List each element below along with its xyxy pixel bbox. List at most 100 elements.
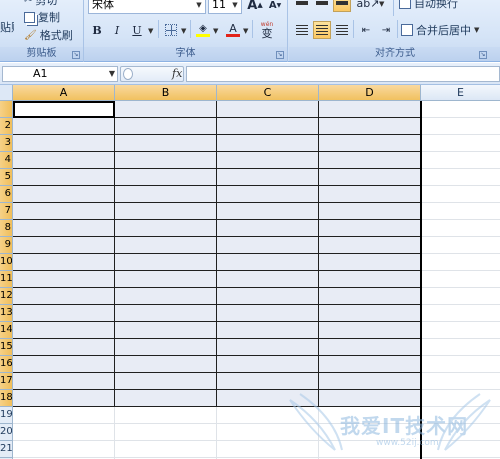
fill-color-button[interactable]: ◈ <box>194 21 212 39</box>
cell[interactable] <box>13 373 115 390</box>
chevron-down-icon[interactable]: ▼ <box>181 27 186 35</box>
column-header-c[interactable]: C <box>217 85 319 101</box>
cell[interactable] <box>319 237 421 254</box>
column-header-a[interactable]: A <box>13 85 115 101</box>
merge-center-button[interactable]: 合并后居中 ▼ <box>401 21 479 39</box>
format-painter-button[interactable]: 🖌 格式刷 <box>24 26 73 44</box>
paste-button[interactable]: 贴贴 <box>0 18 14 36</box>
cell[interactable] <box>217 135 319 152</box>
cell[interactable] <box>115 135 217 152</box>
row-header[interactable]: 15 <box>0 339 13 356</box>
cell[interactable] <box>421 203 500 220</box>
cell[interactable] <box>115 169 217 186</box>
cell[interactable] <box>421 237 500 254</box>
chevron-down-icon[interactable]: ▼ <box>213 27 218 35</box>
cell[interactable] <box>421 271 500 288</box>
cell[interactable] <box>13 339 115 356</box>
cell[interactable] <box>319 356 421 373</box>
cell[interactable] <box>421 254 500 271</box>
cell[interactable] <box>217 220 319 237</box>
cell[interactable] <box>115 373 217 390</box>
cell[interactable] <box>319 288 421 305</box>
name-box[interactable]: A1 ▼ <box>2 66 118 82</box>
alignment-launcher-icon[interactable]: ↘ <box>479 51 487 59</box>
cell[interactable] <box>13 186 115 203</box>
borders-button[interactable] <box>162 21 180 39</box>
grow-font-button[interactable]: A ▲ <box>246 0 264 14</box>
align-center-button[interactable] <box>313 21 331 39</box>
row-header[interactable]: 2 <box>0 118 13 135</box>
cell[interactable] <box>319 135 421 152</box>
cell[interactable] <box>115 271 217 288</box>
cell[interactable] <box>319 118 421 135</box>
cell[interactable] <box>319 339 421 356</box>
align-top-button[interactable] <box>293 0 311 12</box>
chevron-down-icon[interactable]: ▼ <box>148 27 153 35</box>
font-launcher-icon[interactable]: ↘ <box>276 51 284 59</box>
cell[interactable] <box>421 339 500 356</box>
orientation-button[interactable]: ab↗ <box>357 0 380 12</box>
cell[interactable] <box>319 220 421 237</box>
column-header-d[interactable]: D <box>319 85 421 101</box>
cell[interactable] <box>115 288 217 305</box>
cell[interactable] <box>421 373 500 390</box>
cell[interactable] <box>13 254 115 271</box>
shrink-font-button[interactable]: A ▼ <box>266 0 284 14</box>
cell[interactable] <box>13 407 115 424</box>
row-header[interactable]: 3 <box>0 135 13 152</box>
cell[interactable] <box>13 271 115 288</box>
cell[interactable] <box>115 118 217 135</box>
row-header[interactable]: 18 <box>0 390 13 407</box>
cell[interactable] <box>319 373 421 390</box>
cell[interactable] <box>217 305 319 322</box>
cell[interactable] <box>217 169 319 186</box>
cell[interactable] <box>13 424 115 441</box>
cell[interactable] <box>421 118 500 135</box>
row-header[interactable]: 12 <box>0 288 13 305</box>
cell[interactable] <box>217 322 319 339</box>
formula-input[interactable] <box>186 66 500 82</box>
cell[interactable] <box>13 356 115 373</box>
cell[interactable] <box>319 203 421 220</box>
cell[interactable] <box>217 271 319 288</box>
row-header[interactable]: 11 <box>0 271 13 288</box>
italic-button[interactable]: I <box>108 21 126 39</box>
underline-button[interactable]: U <box>128 21 146 39</box>
chevron-down-icon[interactable]: ▼ <box>243 27 248 35</box>
row-header[interactable]: 13 <box>0 305 13 322</box>
select-all-button[interactable] <box>0 85 13 101</box>
decrease-indent-button[interactable]: ⇤ <box>357 21 375 39</box>
wrap-text-button[interactable]: 自动换行 <box>399 0 458 12</box>
cell[interactable] <box>217 203 319 220</box>
column-header-e[interactable]: E <box>421 85 500 101</box>
bold-button[interactable]: B <box>88 21 106 39</box>
expand-formula-icon[interactable] <box>123 68 133 80</box>
cell[interactable] <box>319 271 421 288</box>
cell[interactable] <box>421 169 500 186</box>
row-header[interactable]: 9 <box>0 237 13 254</box>
font-name-select[interactable]: 宋体 ▼ <box>88 0 206 14</box>
cell[interactable] <box>421 186 500 203</box>
cell[interactable] <box>217 356 319 373</box>
cell[interactable] <box>13 237 115 254</box>
cell[interactable] <box>421 322 500 339</box>
cell[interactable] <box>319 186 421 203</box>
cell[interactable] <box>115 220 217 237</box>
row-header[interactable] <box>0 101 13 118</box>
row-header[interactable]: 16 <box>0 356 13 373</box>
cell[interactable] <box>217 339 319 356</box>
cell[interactable] <box>421 220 500 237</box>
cell[interactable] <box>319 305 421 322</box>
align-middle-button[interactable] <box>313 0 331 12</box>
cell[interactable] <box>421 135 500 152</box>
cell[interactable] <box>217 288 319 305</box>
row-header[interactable]: 17 <box>0 373 13 390</box>
cell[interactable] <box>319 169 421 186</box>
cell[interactable] <box>13 305 115 322</box>
row-header[interactable]: 10 <box>0 254 13 271</box>
cell[interactable] <box>115 186 217 203</box>
cell[interactable] <box>217 373 319 390</box>
cell[interactable] <box>115 305 217 322</box>
row-header[interactable]: 14 <box>0 322 13 339</box>
cell[interactable] <box>13 322 115 339</box>
